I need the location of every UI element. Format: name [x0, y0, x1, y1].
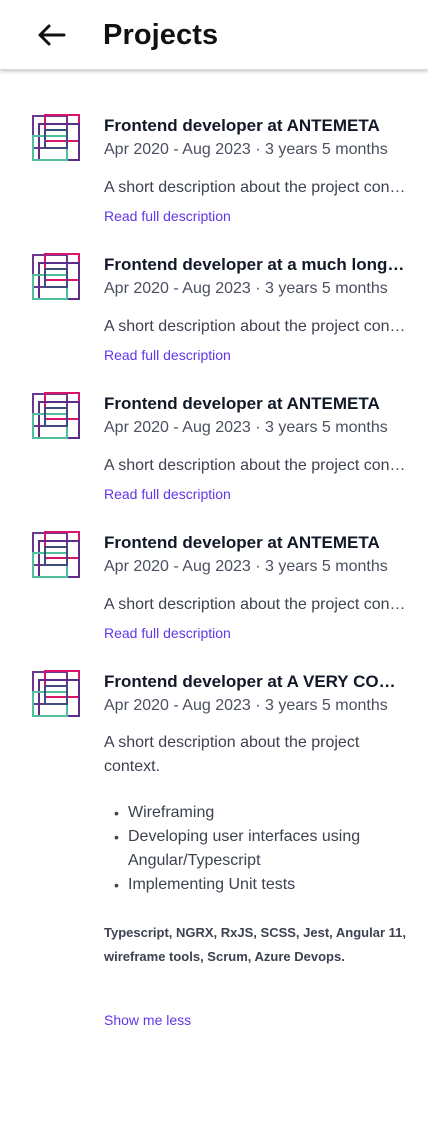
app-bar: Projects — [0, 0, 428, 70]
project-title: Frontend developer at ANTEMETA — [104, 116, 380, 135]
list-item: Implementing Unit tests — [114, 873, 408, 897]
read-full-description-link[interactable]: Read full description — [104, 346, 231, 364]
list-item: Wireframing — [114, 801, 408, 825]
project-title: Frontend developer at a much longer comp… — [104, 255, 408, 274]
project-dates: Apr 2020 - Aug 2023 · 3 years 5 months — [104, 141, 388, 158]
company-logo-icon — [32, 253, 80, 300]
technologies-text: Typescript, NGRX, RxJS, SCSS, Jest, Angu… — [104, 925, 406, 964]
project-title: Frontend developer at ANTEMETA — [104, 394, 380, 413]
project-dates: Apr 2020 - Aug 2023 · 3 years 5 months — [104, 280, 388, 297]
arrow-left-icon — [38, 24, 66, 46]
project-description: A short description about the project co… — [104, 318, 408, 335]
project-title: Frontend developer at A VERY COOL COMPAN… — [104, 672, 408, 691]
project-dates: Apr 2020 - Aug 2023 · 3 years 5 months — [104, 558, 388, 575]
read-full-description-link[interactable]: Read full description — [104, 207, 231, 225]
company-logo-icon — [32, 670, 80, 717]
page-title: Projects — [103, 19, 219, 51]
responsibilities-list: Wireframing Developing user interfaces u… — [104, 801, 408, 897]
back-button[interactable] — [30, 17, 72, 53]
project-content: Frontend developer at ANTEMETA Apr 2020 … — [104, 531, 408, 643]
project-title: Frontend developer at ANTEMETA — [104, 533, 380, 552]
list-item: Developing user interfaces using Angular… — [114, 825, 408, 873]
company-logo-icon — [32, 531, 80, 578]
project-description: A short description about the project co… — [104, 457, 408, 474]
project-content: Frontend developer at a much longer comp… — [104, 253, 408, 365]
project-description: A short description about the project co… — [104, 734, 360, 775]
project-content: Frontend developer at A VERY COOL COMPAN… — [104, 670, 408, 1030]
project-dates: Apr 2020 - Aug 2023 · 3 years 5 months — [104, 697, 388, 714]
show-me-less-link[interactable]: Show me less — [104, 1011, 191, 1029]
project-description: A short description about the project co… — [104, 179, 408, 196]
project-content: Frontend developer at ANTEMETA Apr 2020 … — [104, 114, 408, 226]
read-full-description-link[interactable]: Read full description — [104, 624, 231, 642]
project-description: A short description about the project co… — [104, 596, 408, 613]
company-logo-icon — [32, 392, 80, 439]
read-full-description-link[interactable]: Read full description — [104, 485, 231, 503]
project-dates: Apr 2020 - Aug 2023 · 3 years 5 months — [104, 419, 388, 436]
project-content: Frontend developer at ANTEMETA Apr 2020 … — [104, 392, 408, 504]
company-logo-icon — [32, 114, 80, 161]
